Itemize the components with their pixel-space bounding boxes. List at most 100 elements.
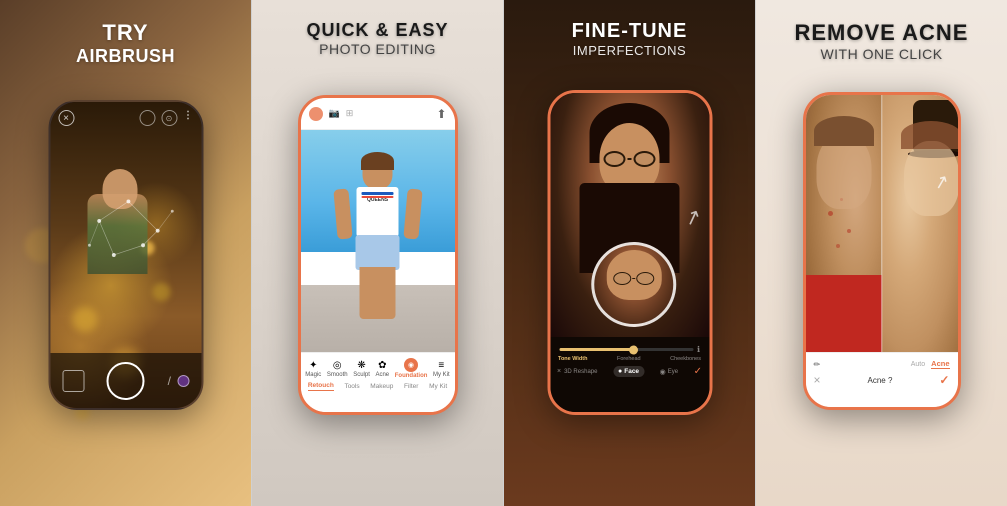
phone-inner-3: ↗ ℹ Tone Width Forehead Cheekbones: [550, 93, 709, 412]
mode-3d-label: 3D Reshape: [564, 369, 597, 375]
panel-1-title-line1: TRY: [0, 20, 251, 46]
mode-eye-label: Eye: [668, 369, 678, 375]
bottom-nav-tabs: Retouch Tools Makeup Filter My Kit: [301, 379, 455, 394]
acne-bottom-controls: ✏ Auto Acne × Acne ? ✓: [806, 352, 958, 407]
confirm-check-4[interactable]: ✓: [939, 373, 949, 387]
photo-area-4: ↗: [806, 95, 958, 352]
phone-mockup-1: × ⊙ ⋮: [48, 100, 203, 410]
magic-label: Magic: [305, 372, 321, 378]
label-cheekbones: Cheekbones: [670, 356, 701, 362]
option-auto[interactable]: Auto: [911, 361, 925, 368]
shirt-stripe-red: [362, 196, 394, 198]
camera-bottom-bar: /: [50, 353, 201, 408]
mykit-tool[interactable]: ≡ My Kit: [433, 360, 450, 378]
panel-airbrush: TRY AIRBRUSH: [0, 0, 251, 506]
acne-dot-4: [836, 244, 840, 248]
panel-3-title-line1: FINE-TUNE: [504, 20, 755, 43]
foundation-tool[interactable]: ◉ Foundation: [395, 358, 428, 379]
after-hair: [901, 121, 958, 149]
panel-4-title-line1: REMOVE ACNE: [756, 20, 1007, 46]
option-acne[interactable]: Acne: [931, 359, 949, 369]
tab-filter[interactable]: Filter: [404, 383, 418, 390]
panel-4-title: REMOVE ACNE WITH ONE CLICK: [756, 20, 1007, 62]
red-shirt: [806, 275, 882, 352]
smooth-tool[interactable]: ◎ Smooth: [327, 360, 348, 378]
acne-dot-1: [828, 211, 833, 216]
label-tone-width: Tone Width: [558, 356, 587, 362]
phone-mockup-4: ↗ ✏ Auto Acne × Acne ?: [803, 92, 961, 410]
tab-retouch[interactable]: Retouch: [308, 382, 334, 391]
slash-icon: /: [168, 374, 171, 388]
acne-tool[interactable]: ✿ Acne: [375, 360, 389, 378]
tab-makeup[interactable]: Makeup: [370, 383, 393, 390]
smooth-label: Smooth: [327, 372, 348, 378]
grid-sm-icon: ⊞: [346, 108, 354, 119]
before-after-divider: [881, 95, 883, 352]
before-hair: [814, 116, 874, 146]
acne-dot-2: [847, 229, 851, 233]
foundation-label: Foundation: [395, 373, 428, 379]
phone-top-bar-1: × ⊙ ⋮: [58, 110, 193, 126]
magic-tool[interactable]: ✦ Magic: [305, 360, 321, 378]
confirm-check-3[interactable]: ✓: [694, 366, 702, 377]
sculpt-label: Sculpt: [353, 372, 370, 378]
panel-1-title-line2: AIRBRUSH: [0, 46, 251, 67]
more-icon[interactable]: ⋮: [183, 110, 193, 126]
acne-label-group: Acne ?: [868, 376, 893, 385]
home-dot-icon: [309, 107, 323, 121]
tool-icons-row: ✦ Magic ◎ Smooth ❋ Sculpt ✿ Acne: [301, 353, 455, 379]
after-face: [882, 95, 958, 352]
zoom-circle: [591, 242, 676, 327]
slider-track[interactable]: [559, 348, 694, 351]
panel-1-title: TRY AIRBRUSH: [0, 20, 251, 67]
acne-controls-top: ✏ Auto Acne: [806, 353, 958, 371]
photo-area-2: QUEENS: [301, 130, 455, 352]
slider-fill: [559, 348, 633, 351]
phone-mockup-3: ↗ ℹ Tone Width Forehead Cheekbones: [547, 90, 712, 415]
mode-eye[interactable]: ◉ Eye: [660, 368, 678, 376]
camera-sm-icon: 📷: [329, 108, 340, 119]
zoom-face: [606, 250, 661, 300]
before-face: [806, 95, 882, 352]
woman-hair: [361, 152, 394, 170]
sculpt-tool[interactable]: ❋ Sculpt: [353, 360, 370, 378]
mode-3d-reshape[interactable]: × 3D Reshape: [557, 368, 597, 375]
tab-mykit[interactable]: My Kit: [429, 383, 447, 390]
app-toolbar-2: 📷 ⊞ ⬆: [301, 98, 455, 130]
capture-button[interactable]: [107, 362, 145, 400]
glasses: [604, 151, 656, 167]
zoom-glasses: [613, 272, 654, 285]
effect-icon: [177, 375, 189, 387]
acne-options-group: Auto Acne: [911, 359, 950, 369]
foundation-icon: ◉: [404, 358, 418, 372]
woman-shorts: [356, 235, 400, 270]
face-icon: ⊙: [161, 110, 177, 126]
woman-top: QUEENS: [357, 187, 399, 237]
mode-face[interactable]: ● Face: [613, 366, 644, 377]
tab-tools[interactable]: Tools: [344, 383, 359, 390]
panel-3-title-line2: IMPERFECTIONS: [504, 43, 755, 58]
panel-3-title: FINE-TUNE IMPERFECTIONS: [504, 20, 755, 58]
gallery-icon[interactable]: [62, 370, 84, 392]
panel-quick-easy: QUICK & EASY PHOTO EDITING 📷 ⊞ ⬆: [252, 0, 503, 506]
panel-4-title-line2: WITH ONE CLICK: [756, 46, 1007, 62]
panel-remove-acne: REMOVE ACNE WITH ONE CLICK: [756, 0, 1007, 506]
slider-thumb: [629, 345, 638, 354]
phone-inner-4: ↗ ✏ Auto Acne × Acne ?: [806, 95, 958, 407]
mode-face-label: Face: [624, 368, 639, 375]
fashion-woman-figure: QUEENS: [340, 154, 415, 319]
slider-row: ℹ: [554, 341, 705, 356]
mykit-label: My Kit: [433, 372, 450, 378]
slider-value: ℹ: [697, 345, 700, 354]
slider-labels-row: Tone Width Forehead Cheekbones: [554, 356, 705, 362]
timer-icon: [139, 110, 155, 126]
top-tool-icons: ⊙ ⋮: [139, 110, 193, 126]
app-toolbar-left-icons: 📷 ⊞: [309, 107, 354, 121]
app-bottom-tabs: ✦ Magic ◎ Smooth ❋ Sculpt ✿ Acne: [301, 352, 455, 412]
close-icon[interactable]: ×: [58, 110, 74, 126]
panel-2-title-line2: PHOTO EDITING: [252, 41, 503, 57]
upload-icon[interactable]: ⬆: [436, 107, 446, 121]
woman-legs: [360, 267, 396, 319]
pen-icon: ✏: [814, 360, 821, 369]
close-acne-icon[interactable]: ×: [814, 373, 821, 387]
